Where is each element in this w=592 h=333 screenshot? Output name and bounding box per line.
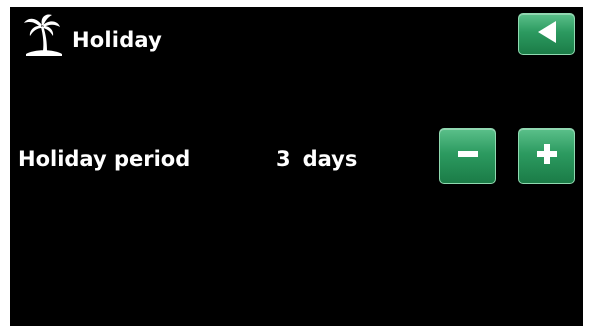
- triangle-left-icon: [535, 19, 559, 49]
- holiday-period-number: 3: [276, 147, 291, 171]
- palm-tree-icon: [22, 13, 64, 57]
- holiday-screen: Holiday Holiday period 3 days: [10, 7, 583, 326]
- page-title: Holiday: [72, 28, 163, 52]
- holiday-period-unit: days: [302, 147, 358, 171]
- minus-icon: [455, 141, 481, 171]
- increase-button[interactable]: [518, 128, 575, 184]
- decrease-button[interactable]: [439, 128, 496, 184]
- plus-icon: [534, 141, 560, 171]
- holiday-period-value: 3 days: [276, 146, 357, 172]
- holiday-period-label: Holiday period: [18, 147, 191, 171]
- header: Holiday: [10, 7, 583, 71]
- back-button[interactable]: [518, 13, 575, 55]
